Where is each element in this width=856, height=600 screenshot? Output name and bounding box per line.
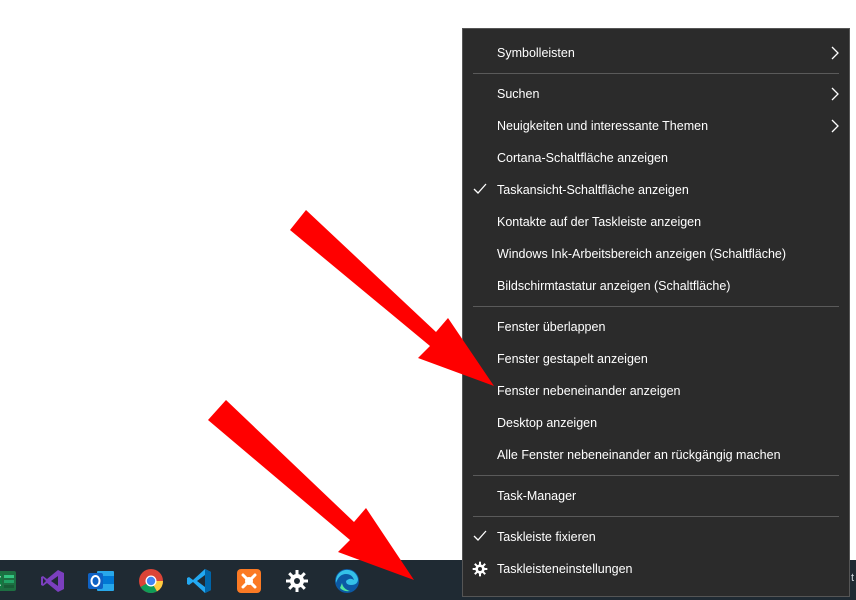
menu-item-label: Desktop anzeigen (497, 416, 598, 430)
outlook-icon[interactable] (80, 564, 122, 598)
menu-item-label: Fenster nebeneinander anzeigen (497, 384, 681, 398)
menu-item-task-manager[interactable]: Task-Manager (463, 481, 849, 511)
menu-separator (473, 516, 839, 517)
menu-item-label: Taskleiste fixieren (497, 530, 596, 544)
menu-item-fenster-nebeneinander[interactable]: Fenster nebeneinander anzeigen (463, 376, 849, 406)
menu-item-taskleiste-fixieren[interactable]: Taskleiste fixieren (463, 522, 849, 552)
checkmark-icon (473, 183, 487, 194)
chrome-icon[interactable] (130, 564, 172, 598)
menu-separator (473, 475, 839, 476)
menu-item-label: Task-Manager (497, 489, 577, 503)
xampp-icon[interactable] (228, 564, 270, 598)
menu-item-label: Suchen (497, 87, 540, 101)
menu-item-neuigkeiten[interactable]: Neuigkeiten und interessante Themen (463, 111, 849, 141)
vscode-icon[interactable] (178, 564, 220, 598)
menu-item-kontakte[interactable]: Kontakte auf der Taskleiste anzeigen (463, 207, 849, 237)
menu-item-suchen[interactable]: Suchen (463, 79, 849, 109)
gear-icon (472, 561, 488, 577)
menu-item-label: Windows Ink-Arbeitsbereich anzeigen (Sch… (497, 247, 787, 261)
edge-icon[interactable] (326, 564, 368, 598)
menu-item-symbolleisten[interactable]: Symbolleisten (463, 38, 849, 68)
settings-gear-icon[interactable] (276, 564, 318, 598)
menu-item-taskleisteneinstellungen[interactable]: Taskleisteneinstellungen (463, 554, 849, 584)
menu-item-label: Cortana-Schaltfläche anzeigen (497, 151, 668, 165)
menu-item-label: Bildschirmtastatur anzeigen (Schaltfläch… (497, 279, 731, 293)
menu-item-label: Kontakte auf der Taskleiste anzeigen (497, 215, 702, 229)
menu-separator (473, 306, 839, 307)
menu-item-taskansicht[interactable]: Taskansicht-Schaltfläche anzeigen (463, 175, 849, 205)
excel-icon[interactable] (0, 564, 24, 598)
chevron-right-icon (831, 46, 839, 60)
menu-item-label: Neuigkeiten und interessante Themen (497, 119, 709, 133)
menu-item-label: Symbolleisten (497, 46, 575, 60)
menu-item-fenster-ueberlappen[interactable]: Fenster überlappen (463, 312, 849, 342)
visual-studio-icon[interactable] (32, 564, 74, 598)
taskbar-context-menu: Symbolleisten Suchen Neuigkeiten und int… (462, 28, 850, 597)
menu-item-desktop-anzeigen[interactable]: Desktop anzeigen (463, 408, 849, 438)
menu-item-label: Taskleisteneinstellungen (497, 562, 633, 576)
menu-item-windows-ink[interactable]: Windows Ink-Arbeitsbereich anzeigen (Sch… (463, 239, 849, 269)
menu-separator (473, 73, 839, 74)
menu-item-label: Fenster gestapelt anzeigen (497, 352, 648, 366)
menu-item-bildschirmtastatur[interactable]: Bildschirmtastatur anzeigen (Schaltfläch… (463, 271, 849, 301)
tray-text: t (850, 572, 854, 584)
menu-item-label: Fenster überlappen (497, 320, 606, 334)
menu-item-label: Taskansicht-Schaltfläche anzeigen (497, 183, 689, 197)
chevron-right-icon (831, 87, 839, 101)
menu-item-cortana[interactable]: Cortana-Schaltfläche anzeigen (463, 143, 849, 173)
checkmark-icon (473, 530, 487, 541)
menu-item-fenster-gestapelt[interactable]: Fenster gestapelt anzeigen (463, 344, 849, 374)
menu-item-label: Alle Fenster nebeneinander an rückgängig… (497, 448, 781, 462)
chevron-right-icon (831, 119, 839, 133)
menu-item-rueckgaengig[interactable]: Alle Fenster nebeneinander an rückgängig… (463, 440, 849, 470)
